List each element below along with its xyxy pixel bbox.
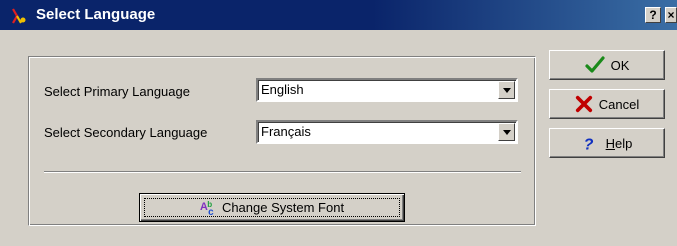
cancel-button[interactable]: Cancel	[549, 89, 665, 119]
red-x-icon	[575, 95, 592, 113]
primary-dropdown-arrow[interactable]	[498, 81, 515, 99]
separator	[44, 171, 521, 173]
help-label-rest: elp	[615, 135, 633, 151]
primary-language-label: Select Primary Language	[44, 84, 190, 99]
focus-rectangle	[144, 198, 400, 217]
chevron-down-icon	[502, 129, 511, 135]
primary-language-select[interactable]: English	[256, 78, 518, 102]
titlebar-close-button[interactable]: ×	[665, 7, 677, 23]
secondary-language-value: Français	[261, 124, 311, 139]
secondary-language-select[interactable]: Français	[256, 120, 518, 144]
chevron-down-icon	[502, 87, 511, 93]
change-system-font-button[interactable]: A c b Change System Font	[139, 193, 405, 222]
ok-label: OK	[610, 57, 630, 73]
svg-text:?: ?	[583, 136, 593, 153]
help-button[interactable]: ? Help	[549, 128, 665, 158]
help-label: Help	[606, 136, 633, 151]
titlebar-help-button[interactable]: ?	[645, 7, 661, 23]
secondary-dropdown-arrow[interactable]	[498, 123, 515, 141]
title-bar[interactable]: Select Language ? ×	[0, 0, 677, 30]
cancel-label: Cancel	[598, 96, 640, 112]
checkmark-icon	[584, 56, 605, 73]
ok-button[interactable]: OK	[549, 50, 665, 80]
secondary-language-label: Select Secondary Language	[44, 125, 208, 140]
help-accelerator: H	[605, 135, 616, 151]
question-mark-icon: ?	[583, 136, 593, 153]
window-title: Select Language	[36, 6, 156, 23]
primary-language-value: English	[261, 82, 304, 97]
language-app-icon	[12, 8, 26, 24]
